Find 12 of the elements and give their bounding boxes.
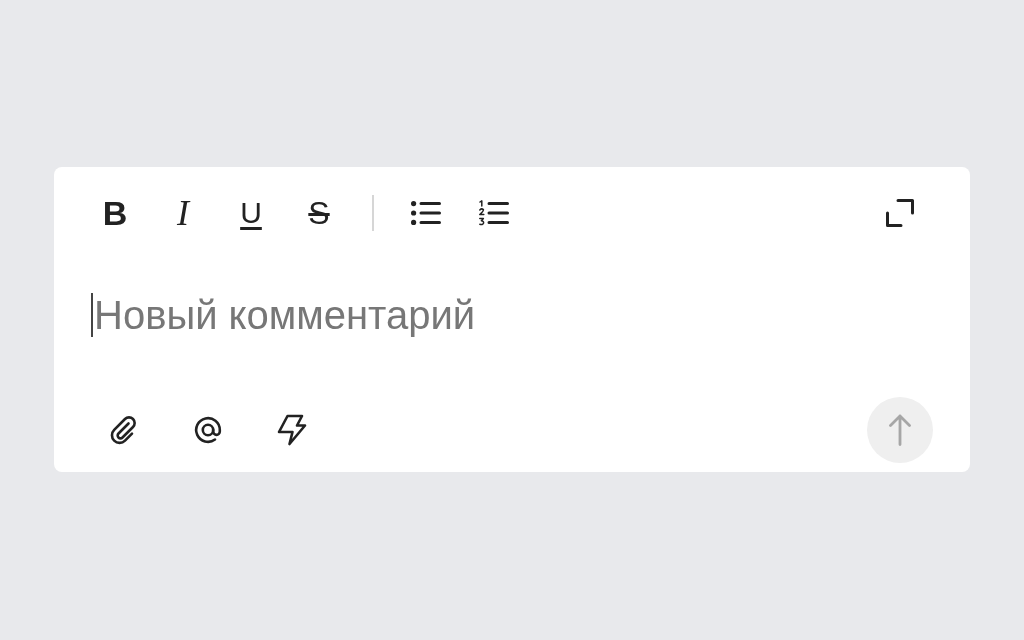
italic-button[interactable]: I (163, 193, 203, 233)
underline-button[interactable]: U (231, 193, 271, 233)
at-sign-icon (193, 415, 223, 445)
bold-button[interactable]: B (95, 193, 135, 233)
bulleted-list-icon (410, 201, 441, 225)
paperclip-icon (109, 415, 139, 445)
expand-icon (886, 199, 914, 227)
strikethrough-button[interactable]: S (299, 193, 339, 233)
lightning-icon (277, 414, 307, 446)
arrow-up-icon (889, 414, 911, 446)
comment-field[interactable]: Новый комментарий (93, 290, 920, 340)
numbered-list-icon (478, 200, 509, 226)
